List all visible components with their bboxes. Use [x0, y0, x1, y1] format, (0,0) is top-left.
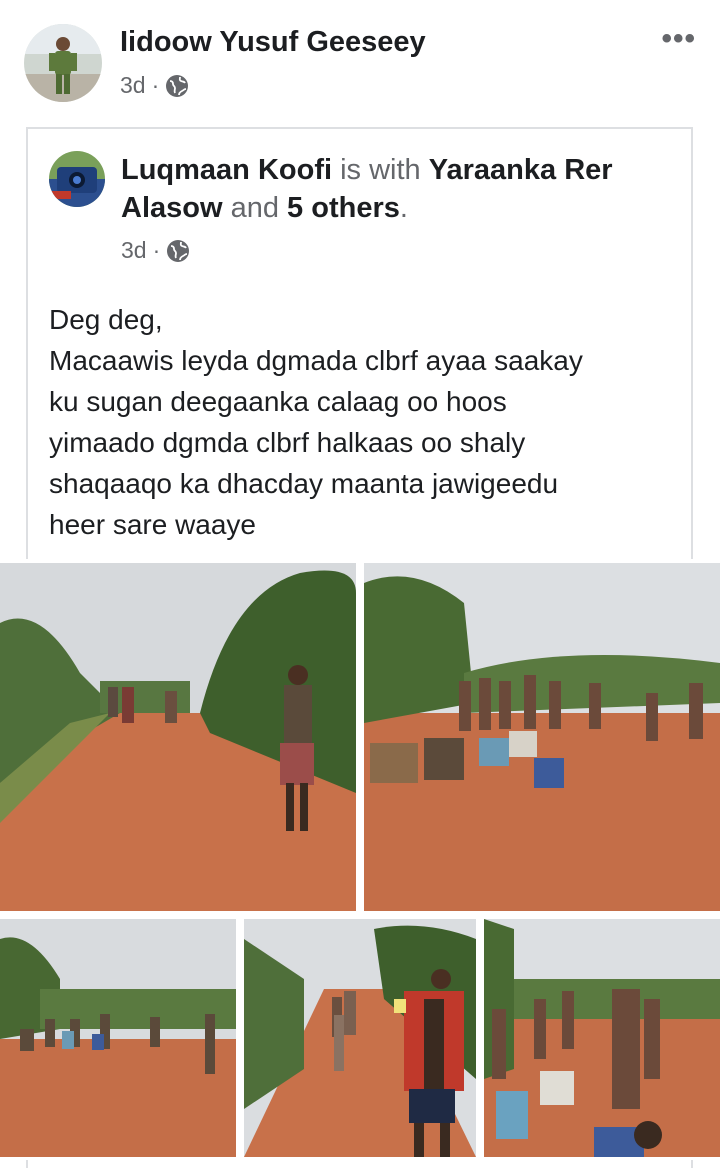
post-text-line: Macaawis leyda dgmada clbrf ayaa saakay [49, 345, 583, 376]
post-timestamp[interactable]: 3d [120, 72, 146, 99]
photo-5[interactable] [484, 919, 720, 1157]
author-name[interactable]: Iidoow Yusuf Geeseey [120, 26, 426, 59]
more-options-button[interactable]: ••• [661, 22, 696, 56]
post-header: Iidoow Yusuf Geeseey 3d · ••• [0, 0, 720, 120]
and-text: and [230, 192, 279, 224]
photo-2[interactable] [364, 563, 720, 911]
photo-4[interactable] [244, 919, 476, 1157]
shared-author-name[interactable]: Luqmaan Koofi [121, 154, 332, 186]
author-avatar[interactable] [24, 24, 102, 102]
post-text-line: ku sugan deegaanka calaag oo hoos [49, 386, 507, 417]
post-text: Deg deg, Macaawis leyda dgmada clbrf aya… [49, 299, 679, 545]
globe-icon [165, 74, 189, 98]
shared-post-card: Luqmaan Koofi is with Yaraanka Rer Alaso… [26, 127, 693, 559]
photo-1[interactable] [0, 563, 356, 911]
post-text-line: heer sare waaye [49, 509, 257, 540]
post-text-line: shaqaaqo ka dhacday maanta jawigeedu [49, 468, 559, 499]
shared-author-avatar[interactable] [49, 151, 105, 207]
others-link[interactable]: 5 others [287, 192, 400, 224]
period-text: . [399, 192, 408, 224]
globe-icon [166, 239, 190, 263]
card-bottom-edge [26, 1160, 693, 1168]
post-text-line: Deg deg, [49, 304, 163, 335]
shared-post-timestamp[interactable]: 3d [121, 237, 147, 264]
shared-post-header-line: Luqmaan Koofi is with Yaraanka Rer Alaso… [121, 151, 681, 227]
shared-post-meta: 3d · [121, 237, 190, 264]
is-with-text: is with [340, 154, 421, 186]
post-meta: 3d · [120, 72, 189, 99]
meta-separator: · [151, 72, 160, 98]
meta-separator: · [152, 237, 161, 263]
photo-3[interactable] [0, 919, 236, 1157]
post-text-line: yimaado dgmda clbrf halkaas oo shaly [49, 427, 526, 458]
